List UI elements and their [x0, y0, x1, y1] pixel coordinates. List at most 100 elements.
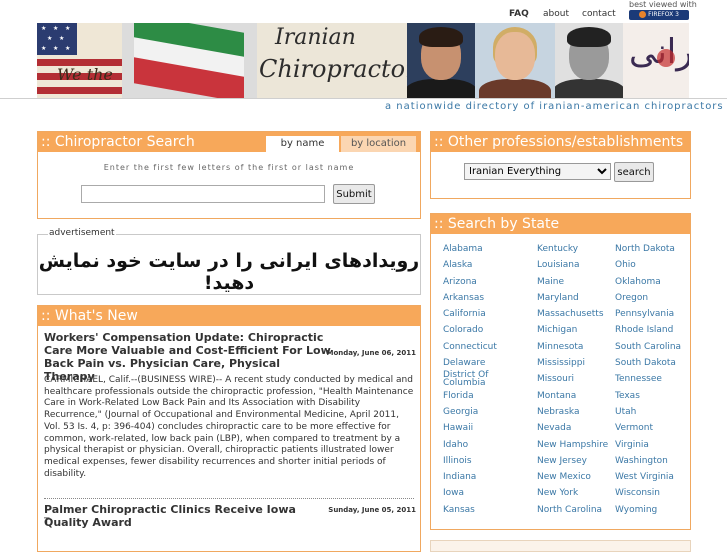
news-divider — [44, 498, 414, 499]
state-link[interactable]: Oklahoma — [615, 274, 681, 290]
portrait-elder-man-photo — [555, 23, 623, 98]
profession-select[interactable]: Iranian Everything — [464, 163, 611, 180]
state-link[interactable]: Iowa — [443, 485, 503, 501]
site-logo: Iranian Chiropractors — [257, 23, 429, 98]
state-link[interactable]: Oregon — [615, 290, 681, 306]
header-banner[interactable]: ★ ★ ★ ★ ★ ★ ★ ★ We the Iranian Chiropractors … — [37, 23, 689, 98]
state-link[interactable]: Florida — [443, 388, 503, 404]
state-link[interactable]: Utah — [615, 404, 681, 420]
state-link[interactable]: Louisiana — [537, 257, 608, 273]
we-the-people-script: We the — [57, 65, 113, 84]
portrait-woman-photo — [475, 23, 555, 98]
firefox-badge[interactable]: best viewed with FIREFOX 3 — [629, 0, 697, 20]
search-by-state-header: :: Search by State — [431, 214, 690, 234]
state-link[interactable]: Tennessee — [615, 371, 681, 387]
other-professions-panel: :: Other professions/establishments Iran… — [430, 131, 691, 199]
state-link[interactable]: Illinois — [443, 453, 503, 469]
contact-link[interactable]: contact — [582, 9, 616, 19]
state-link[interactable]: Texas — [615, 388, 681, 404]
tab-by-location[interactable]: by location — [341, 136, 416, 152]
other-professions-header: :: Other professions/establishments — [431, 132, 690, 152]
state-link[interactable]: Delaware — [443, 355, 503, 371]
firefox-button[interactable]: FIREFOX 3 — [629, 10, 689, 20]
state-link[interactable]: Vermont — [615, 420, 681, 436]
state-link[interactable]: California — [443, 306, 503, 322]
news-body: T — [44, 517, 50, 527]
portrait-man-photo — [407, 23, 475, 98]
state-link[interactable]: Virginia — [615, 437, 681, 453]
state-link[interactable]: West Virginia — [615, 469, 681, 485]
state-column-2: Kentucky Louisiana Maine Maryland Massac… — [537, 241, 608, 518]
profession-search-button[interactable]: search — [614, 162, 654, 182]
best-viewed-label: best viewed with — [629, 0, 697, 9]
state-link[interactable]: South Carolina — [615, 339, 681, 355]
state-link[interactable]: Alabama — [443, 241, 503, 257]
state-link[interactable]: Connecticut — [443, 339, 503, 355]
state-link[interactable]: Alaska — [443, 257, 503, 273]
advertisement-box[interactable]: advertisement رویدادهای ایرانی را در سای… — [37, 228, 421, 295]
chiropractor-search-panel: :: Chiropractor Search by name by locati… — [37, 131, 421, 219]
tab-by-name[interactable]: by name — [266, 136, 339, 152]
firefox-icon — [639, 11, 647, 18]
firefox-button-label: FIREFOX 3 — [648, 11, 679, 18]
search-hint: Enter the first few letters of the first… — [103, 163, 355, 172]
state-link[interactable]: Georgia — [443, 404, 503, 420]
state-link[interactable]: Ohio — [615, 257, 681, 273]
state-link[interactable]: Wisconsin — [615, 485, 681, 501]
stars-canton: ★ ★ ★ ★ ★ ★ ★ ★ — [37, 23, 77, 55]
state-link[interactable]: Arizona — [443, 274, 503, 290]
state-link[interactable]: Wyoming — [615, 502, 681, 518]
state-column-3: North Dakota Ohio Oklahoma Oregon Pennsy… — [615, 241, 681, 518]
news-date: Monday, June 06, 2011 — [326, 349, 416, 357]
advertisement-text[interactable]: رویدادهای ایرانی را در سایت خود نمایش ده… — [38, 250, 420, 294]
logo-text-iranian: Iranian — [275, 25, 356, 50]
state-link[interactable]: Idaho — [443, 437, 503, 453]
state-link[interactable]: Maine — [537, 274, 608, 290]
about-link[interactable]: about — [543, 9, 569, 19]
state-link[interactable]: Pennsylvania — [615, 306, 681, 322]
state-link[interactable]: North Carolina — [537, 502, 608, 518]
iran-flag-image — [122, 23, 257, 98]
state-link[interactable]: New Jersey — [537, 453, 608, 469]
state-link[interactable]: Mississippi — [537, 355, 608, 371]
state-link[interactable]: Arkansas — [443, 290, 503, 306]
news-date: Sunday, June 05, 2011 — [328, 506, 416, 514]
state-link[interactable]: Maryland — [537, 290, 608, 306]
whats-new-header: :: What's New — [38, 306, 420, 326]
logo-text-chiropractors: Chiropractors — [259, 55, 429, 83]
state-link[interactable]: Nevada — [537, 420, 608, 436]
constitution-flag-image: ★ ★ ★ ★ ★ ★ ★ ★ We the — [37, 23, 122, 98]
state-column-1: Alabama Alaska Arizona Arkansas Californ… — [443, 241, 503, 518]
state-link[interactable]: Minnesota — [537, 339, 608, 355]
advertisement-label: advertisement — [48, 228, 116, 238]
state-link[interactable]: Indiana — [443, 469, 503, 485]
state-link[interactable]: Hawaii — [443, 420, 503, 436]
state-link[interactable]: North Dakota — [615, 241, 681, 257]
search-by-state-panel: :: Search by State Alabama Alaska Arizon… — [430, 213, 691, 530]
state-link[interactable]: South Dakota — [615, 355, 681, 371]
state-link[interactable]: Rhode Island — [615, 322, 681, 338]
state-link[interactable]: New York — [537, 485, 608, 501]
state-link[interactable]: Missouri — [537, 371, 608, 387]
faq-link[interactable]: FAQ — [509, 9, 529, 19]
state-link[interactable]: Kansas — [443, 502, 503, 518]
banner-divider — [0, 98, 727, 99]
news-title[interactable]: Palmer Chiropractic Clinics Receive Iowa… — [44, 503, 334, 529]
site-tagline: a nationwide directory of iranian-americ… — [385, 101, 724, 112]
persian-calligraphy-logo: ایرانی — [623, 23, 689, 98]
state-link[interactable]: Kentucky — [537, 241, 608, 257]
whats-new-panel: :: What's New Workers' Compensation Upda… — [37, 305, 421, 552]
state-link[interactable]: District Of Columbia — [443, 371, 503, 388]
state-link[interactable]: Nebraska — [537, 404, 608, 420]
state-link[interactable]: Michigan — [537, 322, 608, 338]
state-link[interactable]: Montana — [537, 388, 608, 404]
state-link[interactable]: New Mexico — [537, 469, 608, 485]
submit-button[interactable]: Submit — [333, 184, 375, 204]
name-search-input[interactable] — [81, 185, 325, 203]
state-link[interactable]: Colorado — [443, 322, 503, 338]
news-body: CARMICHAEL, Calif.--(BUSINESS WIRE)-- A … — [44, 375, 414, 479]
state-link[interactable]: New Hampshire — [537, 437, 608, 453]
state-link[interactable]: Massachusetts — [537, 306, 608, 322]
next-panel-edge — [430, 540, 691, 552]
state-link[interactable]: Washington — [615, 453, 681, 469]
